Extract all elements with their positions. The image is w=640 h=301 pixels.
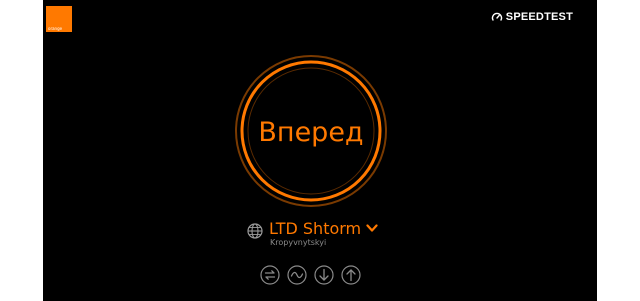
change-server-button[interactable]: LTD Shtorm bbox=[269, 219, 378, 238]
logo-text: orange bbox=[48, 26, 63, 31]
go-button[interactable]: Вперед bbox=[233, 53, 389, 209]
ping-icon bbox=[260, 265, 280, 285]
app-stage: orange SPEEDTEST Вперед LTD Shtorm Kropy… bbox=[43, 0, 597, 301]
go-button-label: Вперед bbox=[258, 116, 364, 148]
jitter-icon bbox=[287, 265, 307, 285]
brand-label: SPEEDTEST bbox=[505, 11, 573, 23]
speedtest-brand: SPEEDTEST bbox=[491, 11, 573, 23]
chevron-down-icon bbox=[366, 224, 378, 232]
speedometer-icon bbox=[491, 12, 502, 21]
download-icon bbox=[314, 265, 334, 285]
upload-icon bbox=[341, 265, 361, 285]
metric-icons bbox=[260, 265, 361, 285]
server-location: Kropyvnytskyi bbox=[270, 238, 327, 247]
globe-icon bbox=[247, 223, 263, 239]
server-name: LTD Shtorm bbox=[269, 219, 362, 238]
orange-logo: orange bbox=[46, 6, 72, 32]
